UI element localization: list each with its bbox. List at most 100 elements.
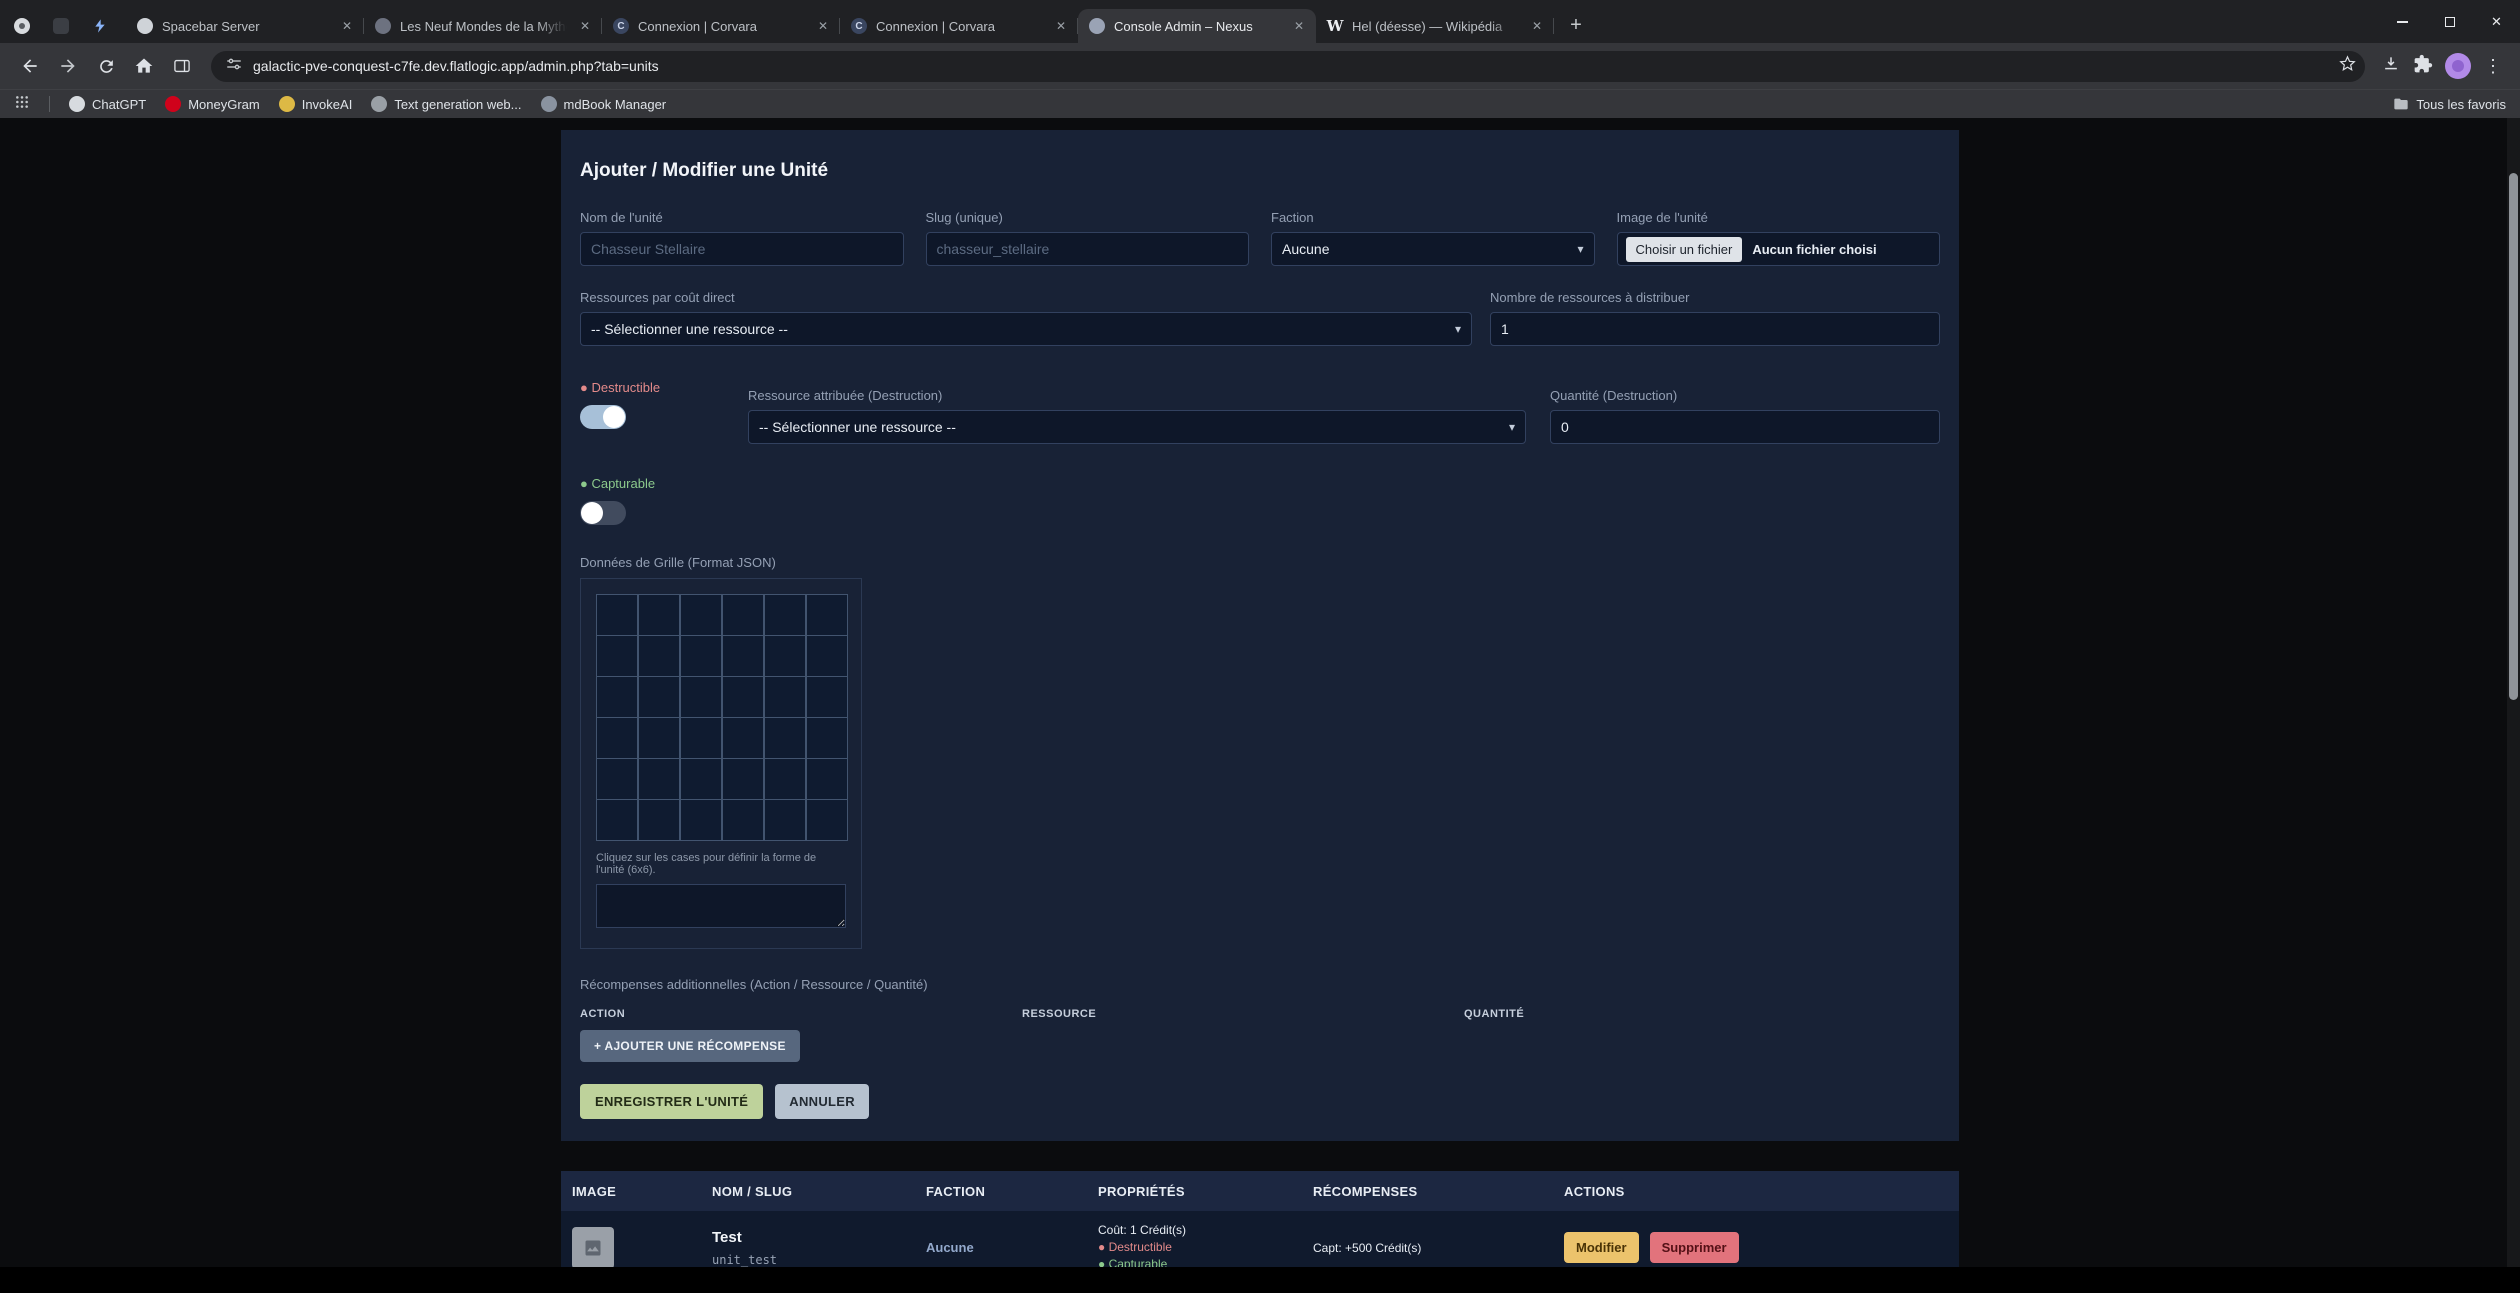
grid-cell[interactable] — [764, 635, 806, 677]
grid-cell[interactable] — [764, 758, 806, 800]
grid-cell[interactable] — [764, 594, 806, 636]
bookmark-star-icon[interactable] — [2338, 54, 2357, 78]
grid-cell[interactable] — [596, 594, 638, 636]
tab-title: Connexion | Corvara — [638, 19, 805, 34]
grid-cell[interactable] — [680, 676, 722, 718]
new-tab-button[interactable]: + — [1562, 11, 1590, 39]
image-file-input[interactable]: Choisir un fichier Aucun fichier choisi — [1617, 232, 1941, 266]
grid-cell[interactable] — [638, 717, 680, 759]
grid-cell[interactable] — [638, 594, 680, 636]
site-settings-icon[interactable] — [225, 55, 243, 78]
minimize-button[interactable] — [2379, 0, 2426, 43]
grid-cell[interactable] — [596, 799, 638, 841]
grid-cell[interactable] — [722, 635, 764, 677]
reload-button[interactable] — [89, 49, 123, 83]
pinned-app-icon[interactable] — [53, 18, 69, 34]
grid-cell[interactable] — [680, 717, 722, 759]
bookmark-label: Text generation web... — [394, 97, 521, 112]
forward-button[interactable] — [51, 49, 85, 83]
grid-cell[interactable] — [680, 799, 722, 841]
maximize-button[interactable] — [2426, 0, 2473, 43]
grid-cell[interactable] — [806, 635, 848, 677]
all-bookmarks-button[interactable]: Tous les favoris — [2393, 96, 2506, 112]
side-panel-icon[interactable] — [165, 49, 199, 83]
grid-cell[interactable] — [764, 676, 806, 718]
bookmark-mdbook-manager[interactable]: mdBook Manager — [541, 96, 667, 112]
all-bookmarks-label: Tous les favoris — [2416, 97, 2506, 112]
resource-cost-select[interactable]: -- Sélectionner une ressource -- ▾ — [580, 312, 1472, 346]
grid-cell[interactable] — [638, 799, 680, 841]
mdbook-favicon — [541, 96, 557, 112]
grid-cell[interactable] — [722, 594, 764, 636]
grid-cell[interactable] — [764, 717, 806, 759]
grid-cell[interactable] — [680, 758, 722, 800]
grid-cell[interactable] — [722, 799, 764, 841]
destruction-resource-select[interactable]: -- Sélectionner une ressource -- ▾ — [748, 410, 1526, 444]
tab-wikipedia-hel[interactable]: W Hel (déesse) — Wikipédia ✕ — [1316, 9, 1554, 43]
choose-file-button[interactable]: Choisir un fichier — [1626, 237, 1743, 262]
downloads-icon[interactable] — [2381, 54, 2401, 79]
grid-cell[interactable] — [722, 717, 764, 759]
tab-close-icon[interactable]: ✕ — [1528, 17, 1546, 35]
page-scrollbar-thumb[interactable] — [2509, 173, 2518, 700]
add-reward-button[interactable]: + AJOUTER UNE RÉCOMPENSE — [580, 1030, 800, 1062]
tab-corvara-2[interactable]: C Connexion | Corvara ✕ — [840, 9, 1078, 43]
tab-close-icon[interactable]: ✕ — [1290, 17, 1308, 35]
grid-cell[interactable] — [680, 635, 722, 677]
grid-cell[interactable] — [806, 758, 848, 800]
grid-cell[interactable] — [764, 799, 806, 841]
tab-close-icon[interactable]: ✕ — [576, 17, 594, 35]
tab-corvara-1[interactable]: C Connexion | Corvara ✕ — [602, 9, 840, 43]
grid-cell[interactable] — [722, 676, 764, 718]
grid-cell[interactable] — [680, 594, 722, 636]
bookmark-moneygram[interactable]: MoneyGram — [165, 96, 260, 112]
moneygram-favicon — [165, 96, 181, 112]
tab-close-icon[interactable]: ✕ — [1052, 17, 1070, 35]
slug-input[interactable] — [926, 232, 1250, 266]
tab-spacebar-server[interactable]: Spacebar Server ✕ — [126, 9, 364, 43]
browser-menu-icon[interactable]: ⋮ — [2483, 56, 2503, 77]
unit-name-input[interactable] — [580, 232, 904, 266]
grid-cell[interactable] — [806, 717, 848, 759]
save-unit-button[interactable]: ENREGISTRER L'UNITÉ — [580, 1084, 763, 1119]
pinned-bolt-icon[interactable] — [92, 18, 108, 34]
edit-unit-button[interactable]: Modifier — [1564, 1232, 1639, 1263]
file-status-text: Aucun fichier choisi — [1752, 242, 1876, 257]
tab-console-admin-nexus[interactable]: Console Admin – Nexus ✕ — [1078, 9, 1316, 43]
bookmark-invokeai[interactable]: InvokeAI — [279, 96, 353, 112]
grid-cell[interactable] — [638, 758, 680, 800]
address-bar[interactable]: galactic-pve-conquest-c7fe.dev.flatlogic… — [211, 51, 2365, 82]
unit-destructible-badge: ● Destructible — [1098, 1239, 1291, 1256]
grid-cell[interactable] — [806, 676, 848, 718]
grid-cell[interactable] — [806, 799, 848, 841]
extensions-icon[interactable] — [2413, 54, 2433, 79]
back-button[interactable] — [13, 49, 47, 83]
destructible-toggle[interactable] — [580, 405, 626, 429]
tab-neuf-mondes[interactable]: Les Neuf Mondes de la Mythol ✕ — [364, 9, 602, 43]
grid-cell[interactable] — [596, 635, 638, 677]
resource-count-input[interactable] — [1490, 312, 1940, 346]
bookmark-text-generation[interactable]: Text generation web... — [371, 96, 521, 112]
delete-unit-button[interactable]: Supprimer — [1650, 1232, 1739, 1263]
tab-close-icon[interactable]: ✕ — [814, 17, 832, 35]
grid-cell[interactable] — [806, 594, 848, 636]
destruction-qty-input[interactable] — [1550, 410, 1940, 444]
grid-cell[interactable] — [596, 758, 638, 800]
bookmark-chatgpt[interactable]: ChatGPT — [69, 96, 146, 112]
home-button[interactable] — [127, 49, 161, 83]
tab-close-icon[interactable]: ✕ — [338, 17, 356, 35]
cancel-button[interactable]: ANNULER — [775, 1084, 869, 1119]
apps-grid-icon[interactable] — [14, 94, 30, 115]
grid-cell[interactable] — [596, 676, 638, 718]
grid-cell[interactable] — [596, 717, 638, 759]
capturable-toggle[interactable] — [580, 501, 626, 525]
faction-select[interactable]: Aucune ▾ — [1271, 232, 1595, 266]
grid-cell[interactable] — [638, 635, 680, 677]
grid-json-textarea[interactable] — [596, 884, 846, 928]
grid-cell[interactable] — [638, 676, 680, 718]
profile-avatar[interactable] — [2445, 53, 2471, 79]
profile-chip-icon[interactable] — [14, 18, 30, 34]
close-window-button[interactable]: ✕ — [2473, 0, 2520, 43]
grid-cell[interactable] — [722, 758, 764, 800]
tab-strip: Spacebar Server ✕ Les Neuf Mondes de la … — [0, 0, 2520, 43]
